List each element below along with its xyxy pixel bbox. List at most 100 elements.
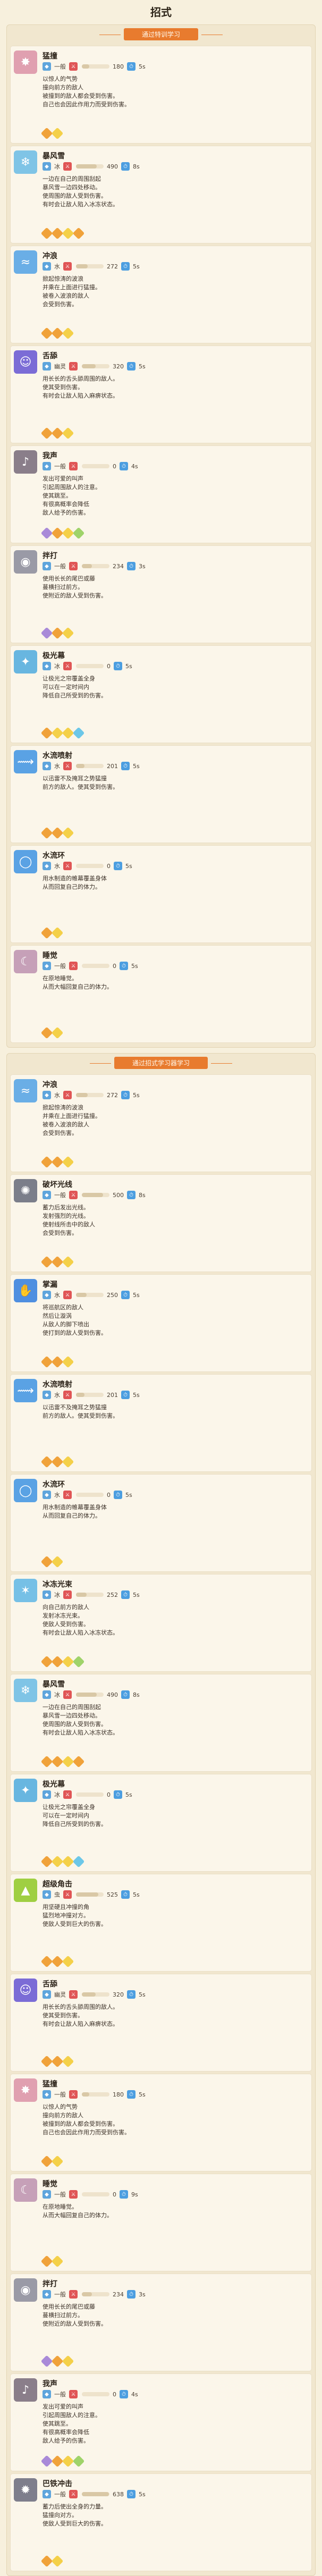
skill-card[interactable]: ☺ 舌舔 ◆ 幽灵 ⚔ 320 ⏱ 5s 用长长的舌头舔周围的敌人。 使其受到伤害。 有时会让敌人陷…: [10, 346, 312, 443]
skill-card[interactable]: ✶ 冰冻光束 ◆ 冰 ⚔ 252 ⏱ 5s 向自己前方的敌人 发射冰冻光束。 使敌人受到伤害。 有时会…: [10, 1574, 312, 1672]
skill-card[interactable]: ⟿ 水流喷射 ◆ 水 ⚔ 201 ⏱ 5s 以迅雷不及掩耳之势猛撞 前方的敌人。使其受到伤害。: [10, 745, 312, 843]
power-bar: [76, 1693, 104, 1697]
skill-name: 我声: [43, 452, 57, 460]
skill-type: 虫: [54, 1891, 60, 1898]
skill-cooldown: 5s: [125, 1791, 132, 1798]
skill-card[interactable]: ▲ 超级角击 ◆ 虫 ⚔ 525 ⏱ 5s 用坚硬且冲撞的角 猛烈地冲撞对方。 使敌人受到巨大的伤害…: [10, 1874, 312, 1972]
description-line: 用水制造的帷幕覆盖身体: [43, 875, 107, 882]
tag-yellow-icon: [62, 827, 74, 839]
skill-card[interactable]: ✋ 掌漏 ◆ 水 ⚔ 250 ⏱ 5s 将巡航区的敌人 然后让漩涡 从敌人的脚下喷出 使打到的敌人受到…: [10, 1274, 312, 1372]
cooldown-icon: ⏱: [114, 1790, 122, 1799]
skill-name: 破坏光线: [43, 1181, 72, 1189]
skill-description: 将巡航区的敌人 然后让漩涡 从敌人的脚下喷出 使打到的敌人受到伤害。: [43, 1303, 306, 1337]
skill-power: 234: [113, 562, 124, 570]
skill-name: 猛撞: [43, 52, 57, 61]
skill-card[interactable]: ✹ 巴铁冲击 ◆ 一般 ⚔ 638 ⏱ 5s 蓄力后使出全身的力量。 猛撞向对方。 使敌人受到巨大的…: [10, 2473, 312, 2571]
aurora-veil-icon: ✦: [14, 650, 37, 674]
cooldown-icon: ⏱: [127, 1990, 135, 1999]
description-line: 使其受到伤害。: [43, 384, 83, 391]
skill-type: 水: [54, 263, 60, 270]
description-line: 有时会让敌人陷入冰冻状态。: [43, 1729, 118, 1736]
type-icon: ◆: [43, 1590, 51, 1599]
type-icon: ◆: [43, 2090, 51, 2099]
skill-cooldown: 4s: [131, 462, 138, 470]
type-icon: ◆: [43, 1990, 51, 1999]
power-icon: ⚔: [63, 1590, 72, 1599]
sound-icon: ♪: [14, 2378, 37, 2402]
skill-tags: [40, 2355, 74, 2368]
skill-card[interactable]: ☺ 舌舔 ◆ 幽灵 ⚔ 320 ⏱ 5s 用长长的舌头舔周围的敌人。 使其受到伤害。 有时会让敌人陷…: [10, 1974, 312, 2072]
cooldown-icon: ⏱: [121, 262, 130, 271]
skill-card[interactable]: ♪ 我声 ◆ 一般 ⚔ 0 ⏱ 4s 发出可爱的叫声 引起周围敌人的注意。 使其跳至。 有很高概率会降…: [10, 445, 312, 543]
skill-name: 冲浪: [43, 1081, 57, 1089]
skill-name: 睡觉: [43, 952, 57, 960]
surf-icon: ≈: [14, 1079, 37, 1102]
description-line: 可以在一定时间内: [43, 684, 89, 691]
tag-orange-icon: [72, 227, 85, 240]
skill-power: 272: [107, 1091, 118, 1099]
tag-orange-icon: [40, 1555, 53, 1568]
tag-yellow-icon: [62, 2055, 74, 2068]
tag-yellow-icon: [62, 1356, 74, 1368]
skill-card[interactable]: ⟿ 水流喷射 ◆ 水 ⚔ 201 ⏱ 5s 以迅雷不及掩耳之势猛撞 前方的敌人。使其受到伤害。: [10, 1374, 312, 1472]
skill-type: 冰: [54, 163, 60, 170]
cooldown-icon: ⏱: [127, 2090, 135, 2099]
skill-card[interactable]: ◉ 拌打 ◆ 一般 ⚔ 234 ⏱ 3s 使用长长的尾巴或藤 蔓横扫过前方。 使附近的敌人受到伤害。: [10, 2274, 312, 2371]
skill-cooldown: 5s: [125, 862, 132, 870]
description-line: 会受到伤害。: [43, 301, 78, 308]
skill-card[interactable]: ✸ 猛撞 ◆ 一般 ⚔ 180 ⏱ 5s 以惊人的气势 撞向前方的敌人 被撞到的敌人都会受到伤害。自…: [10, 2074, 312, 2171]
impact-icon: ✸: [14, 2078, 37, 2102]
description-line: 会受到伤害。: [43, 1230, 78, 1236]
tag-yellow-icon: [62, 327, 74, 340]
skill-name: 水流喷射: [43, 752, 72, 760]
cooldown-icon: ⏱: [114, 1491, 122, 1499]
skill-description: 在原地睡觉。 从而大幅回复自己的体力。: [43, 2203, 306, 2220]
power-icon: ⚔: [69, 2290, 78, 2299]
skill-power: 0: [107, 1791, 111, 1798]
skill-name: 冲浪: [43, 252, 57, 260]
description-line: 在原地睡觉。: [43, 2203, 78, 2210]
skill-card[interactable]: ≈ 冲浪 ◆ 水 ⚔ 272 ⏱ 5s 掀起惊涛的波浪 并乘在上面进行猛撞。 被卷入波浪的敌人 会受到…: [10, 1074, 312, 1172]
skill-power: 320: [113, 363, 124, 370]
skill-description: 发出可爱的叫声 引起周围敌人的注意。 使其跳至。 有很高概率会降低 敌人给予的伤害。: [43, 475, 306, 517]
skill-card[interactable]: ✦ 极光幕 ◆ 冰 ⚔ 0 ⏱ 5s 让极光之帘覆盖全身 可以在一定时间内 降低自己所受到的伤害。: [10, 1774, 312, 1872]
skill-type: 冰: [54, 1592, 60, 1598]
power-bar: [76, 1892, 104, 1897]
tag-yellow-icon: [62, 2355, 74, 2368]
skill-cooldown: 9s: [131, 2191, 138, 2198]
skill-meta: ◆ 一般 ⚔ 0 ⏱ 5s: [43, 962, 138, 970]
tag-yellow-icon: [51, 127, 64, 140]
skill-card[interactable]: ✸ 猛撞 ◆ 一般 ⚔ 180 ⏱ 5s 以惊人的气势 撞向前方的敌人 被撞到的敌人都会受到伤害。自…: [10, 46, 312, 144]
skill-card[interactable]: ♪ 我声 ◆ 一般 ⚔ 0 ⏱ 4s 发出可爱的叫声 引起周围敌人的注意。 使其跳至。 有很高概率会降…: [10, 2373, 312, 2471]
skill-card[interactable]: ◯ 水流环 ◆ 水 ⚔ 0 ⏱ 5s 用水制造的帷幕覆盖身体 从而回复自己的体力。: [10, 1474, 312, 1572]
skill-card[interactable]: ≈ 冲浪 ◆ 水 ⚔ 272 ⏱ 5s 掀起惊涛的波浪 并乘在上面进行猛撞。 被卷入波浪的敌人 会受到…: [10, 246, 312, 343]
skill-card[interactable]: ☾ 睡觉 ◆ 一般 ⚔ 0 ⏱ 9s 在原地睡觉。 从而大幅回复自己的体力。: [10, 2174, 312, 2271]
power-bar: [82, 364, 109, 368]
skill-type: 水: [54, 1492, 60, 1499]
tag-yellow-icon: [62, 1755, 74, 1768]
skill-description: 以惊人的气势 撞向前方的敌人 被撞到的敌人都会受到伤害。 自己也会因此作用力而受到伤害…: [43, 75, 306, 109]
skill-tags: [40, 1026, 64, 1039]
skill-card[interactable]: ✦ 极光幕 ◆ 冰 ⚔ 0 ⏱ 5s 让极光之帘覆盖全身 可以在一定时间内 降低自己所受到的伤害。: [10, 645, 312, 743]
tag-orange-icon: [40, 227, 53, 240]
skill-name: 暴风雪: [43, 1680, 65, 1689]
skill-card[interactable]: ❄ 暴风雪 ◆ 冰 ⚔ 490 ⏱ 8s 一边在自己的周围刮起 暴风雪一边四处移动。 使周围的敌人受…: [10, 1674, 312, 1772]
skill-card[interactable]: ❄ 暴风雪 ◆ 冰 ⚔ 490 ⏱ 8s 一边在自己的周围刮起 暴风雪一边四处移动。 使周围的敌人受…: [10, 146, 312, 243]
power-icon: ⚔: [69, 62, 78, 71]
type-icon: ◆: [43, 162, 51, 171]
skill-power: 250: [107, 1291, 118, 1299]
description-line: 以惊人的气势: [43, 75, 78, 82]
skill-type: 一般: [54, 63, 66, 70]
type-icon: ◆: [43, 1890, 51, 1899]
skill-tags: [40, 727, 85, 739]
skill-card[interactable]: ◯ 水流环 ◆ 水 ⚔ 0 ⏱ 5s 用水制造的帷幕覆盖身体 从而回复自己的体力。: [10, 845, 312, 943]
tag-yellow-icon: [62, 2455, 74, 2468]
description-line: 有时会让敌人陷入冰冻状态。: [43, 201, 118, 208]
skill-power: 500: [113, 1191, 124, 1199]
skill-tags: [40, 1256, 74, 1268]
power-icon: ⚔: [63, 1890, 72, 1899]
skill-card[interactable]: ✺ 破坏光线 ◆ 一般 ⚔ 500 ⏱ 8s 蓄力后发出光线。 发射强烈的光线。 使射线所击中的敌人…: [10, 1174, 312, 1272]
skill-card[interactable]: ◉ 拌打 ◆ 一般 ⚔ 234 ⏱ 3s 使用长长的尾巴或藤 蔓横扫过前方。 使附近的敌人受到伤害。: [10, 545, 312, 643]
skill-card[interactable]: ☾ 睡觉 ◆ 一般 ⚔ 0 ⏱ 5s 在原地睡觉。 从而大幅回复自己的体力。: [10, 945, 312, 1043]
skill-type: 幽灵: [54, 363, 66, 370]
